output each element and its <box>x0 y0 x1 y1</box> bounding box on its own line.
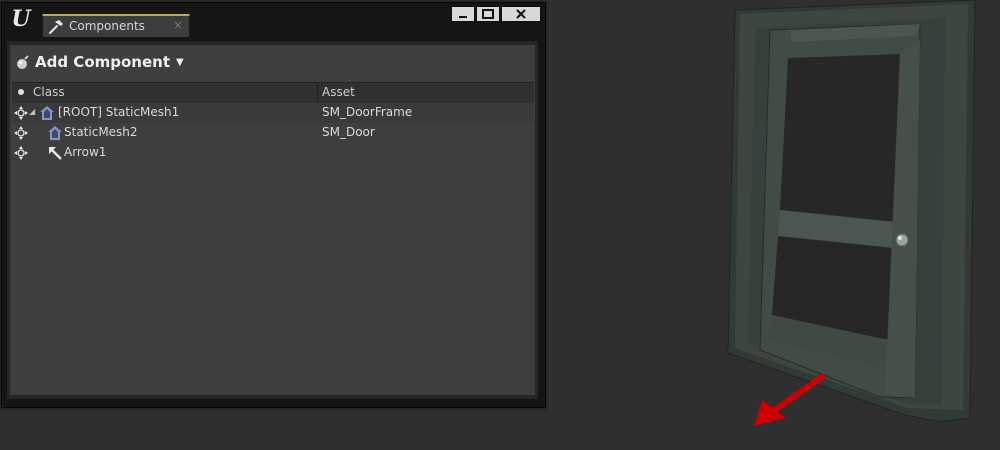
minimize-icon <box>459 16 467 18</box>
tab-label: Components <box>69 19 145 33</box>
close-icon <box>516 9 526 19</box>
expand-arrow-icon[interactable]: ◢ <box>29 107 35 116</box>
arrow-component-icon <box>49 147 62 160</box>
maximize-icon <box>482 9 494 19</box>
add-component-button[interactable]: Add Component ▼ <box>15 51 184 73</box>
column-header-asset[interactable]: Asset <box>322 85 355 99</box>
row-name: [ROOT] StaticMesh1 <box>58 105 180 119</box>
move-handle-icon[interactable] <box>14 146 28 160</box>
column-dot-icon <box>18 89 24 95</box>
tree-header: Class Asset <box>12 82 534 104</box>
static-mesh-icon <box>40 106 54 120</box>
add-component-icon <box>17 55 29 69</box>
tree-row[interactable]: StaticMesh2 SM_Door <box>12 123 534 143</box>
tab-components[interactable]: Components × <box>42 14 190 37</box>
components-window[interactable]: U Components × Add Component ▼ Class Ass… <box>1 2 546 408</box>
row-asset: SM_Door <box>322 125 375 139</box>
chevron-down-icon: ▼ <box>176 56 184 68</box>
move-handle-icon[interactable] <box>14 106 28 120</box>
row-name: StaticMesh2 <box>64 125 138 139</box>
hammer-icon <box>49 20 63 34</box>
tree-row[interactable]: Arrow1 <box>12 143 534 163</box>
tree-row-root[interactable]: ◢ [ROOT] StaticMesh1 SM_DoorFrame <box>12 103 534 123</box>
column-separator[interactable] <box>317 83 318 103</box>
maximize-button[interactable] <box>476 6 500 22</box>
move-handle-icon[interactable] <box>14 126 28 140</box>
components-panel: Add Component ▼ Class Asset ◢ [ROOT] Sta… <box>7 41 538 399</box>
column-header-class[interactable]: Class <box>33 85 65 99</box>
close-button[interactable] <box>501 6 541 22</box>
tab-close-button[interactable]: × <box>173 18 183 32</box>
minimize-button[interactable] <box>451 6 475 22</box>
row-name: Arrow1 <box>64 145 107 159</box>
components-tree-area: Add Component ▼ Class Asset ◢ [ROOT] Sta… <box>10 45 535 395</box>
add-component-label: Add Component <box>35 53 170 71</box>
static-mesh-icon <box>48 126 62 140</box>
row-asset: SM_DoorFrame <box>322 105 413 119</box>
unreal-logo-icon: U <box>11 6 31 32</box>
